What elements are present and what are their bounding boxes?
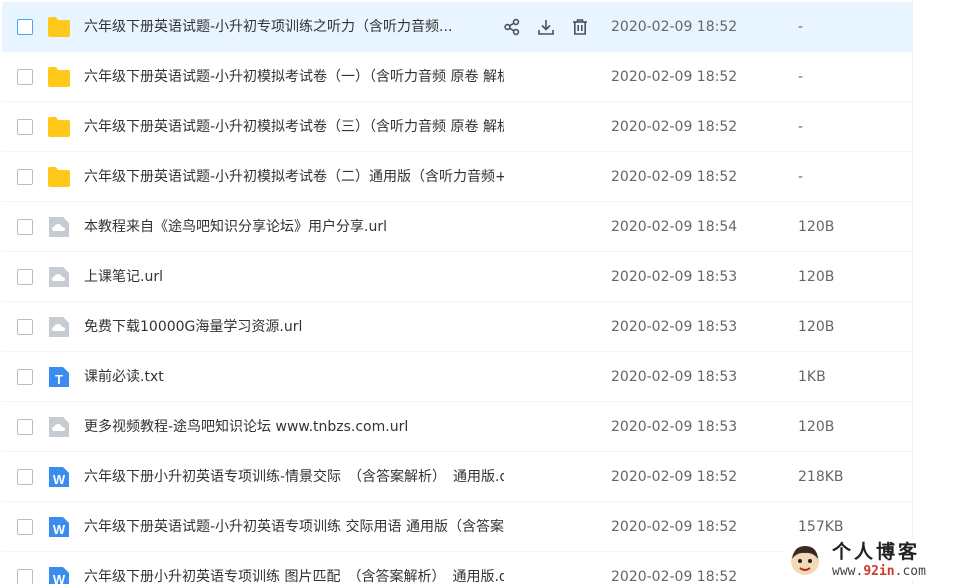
file-name[interactable]: 上课笔记.url — [84, 267, 504, 287]
delete-icon[interactable] — [568, 15, 592, 39]
row-checkbox[interactable] — [17, 69, 33, 85]
file-size: - — [798, 19, 804, 35]
file-size: 157KB — [798, 519, 844, 535]
row-checkbox[interactable] — [17, 519, 33, 535]
share-icon[interactable] — [500, 15, 524, 39]
url-icon — [47, 215, 71, 239]
file-size: 120B — [798, 269, 835, 285]
file-date: 2020-02-09 18:53 — [611, 369, 738, 385]
url-icon — [47, 265, 71, 289]
file-row[interactable]: 免费下载10000G海量学习资源.url 2020-02-09 18:53 12… — [2, 302, 912, 352]
file-name[interactable]: 六年级下册英语试题-小升初模拟考试卷（三）（含听力音频 原卷 解析卷... — [84, 117, 504, 137]
file-date: 2020-02-09 18:53 — [611, 419, 738, 435]
file-list: 六年级下册英语试题-小升初专项训练之听力（含听力音频... 2020-02-09… — [2, 2, 912, 584]
file-size: - — [798, 169, 804, 185]
file-size: 120B — [798, 219, 835, 235]
file-row[interactable]: W 六年级下册小升初英语专项训练-情景交际 （含答案解析） 通用版.docx 2… — [2, 452, 912, 502]
file-date: 2020-02-09 18:52 — [611, 519, 738, 535]
file-row[interactable]: 更多视频教程-途鸟吧知识论坛 www.tnbzs.com.url 2020-02… — [2, 402, 912, 452]
file-name[interactable]: 更多视频教程-途鸟吧知识论坛 www.tnbzs.com.url — [84, 417, 504, 437]
file-name[interactable]: 六年级下册英语试题-小升初模拟考试卷（二）通用版（含听力音频+原卷... — [84, 167, 504, 187]
watermark: 个人博客 www.92in.com — [786, 540, 972, 580]
file-type-letter: T — [55, 372, 63, 387]
file-row[interactable]: 上课笔记.url 2020-02-09 18:53 120B — [2, 252, 912, 302]
file-name[interactable]: 免费下载10000G海量学习资源.url — [84, 317, 504, 337]
file-name[interactable]: 六年级下册英语试题-小升初模拟考试卷（一）（含听力音频 原卷 解析卷... — [84, 67, 504, 87]
file-row[interactable]: W 六年级下册英语试题-小升初英语专项训练 交际用语 通用版（含答案解析... … — [2, 502, 912, 552]
url-icon — [47, 315, 71, 339]
row-checkbox[interactable] — [17, 469, 33, 485]
file-name[interactable]: 六年级下册英语试题-小升初英语专项训练 交际用语 通用版（含答案解析... — [84, 517, 504, 537]
row-checkbox[interactable] — [17, 19, 33, 35]
folder-icon — [47, 165, 71, 189]
file-type-letter: W — [52, 572, 66, 584]
file-size: 1KB — [798, 369, 826, 385]
folder-icon — [47, 115, 71, 139]
avatar-icon — [791, 546, 819, 575]
file-row[interactable]: 六年级下册英语试题-小升初模拟考试卷（三）（含听力音频 原卷 解析卷... 20… — [2, 102, 912, 152]
file-row[interactable]: 六年级下册英语试题-小升初模拟考试卷（二）通用版（含听力音频+原卷... 202… — [2, 152, 912, 202]
right-divider — [912, 0, 913, 584]
row-checkbox[interactable] — [17, 269, 33, 285]
row-checkbox[interactable] — [17, 569, 33, 584]
file-name[interactable]: 六年级下册小升初英语专项训练 图片匹配 （含答案解析） 通用版.docx — [84, 567, 504, 584]
watermark-title: 个人博客 — [832, 540, 921, 563]
file-date: 2020-02-09 18:52 — [611, 69, 738, 85]
file-date: 2020-02-09 18:52 — [611, 169, 738, 185]
docx-icon: W — [47, 565, 71, 584]
file-date: 2020-02-09 18:53 — [611, 269, 738, 285]
file-row[interactable]: 六年级下册英语试题-小升初专项训练之听力（含听力音频... 2020-02-09… — [2, 2, 912, 52]
file-row[interactable]: 六年级下册英语试题-小升初模拟考试卷（一）（含听力音频 原卷 解析卷... 20… — [2, 52, 912, 102]
file-date: 2020-02-09 18:52 — [611, 19, 738, 35]
file-size: 120B — [798, 419, 835, 435]
row-checkbox[interactable] — [17, 419, 33, 435]
folder-icon — [47, 65, 71, 89]
file-size: - — [798, 69, 804, 85]
file-name[interactable]: 课前必读.txt — [84, 367, 504, 387]
row-checkbox[interactable] — [17, 119, 33, 135]
file-row[interactable]: T 课前必读.txt 2020-02-09 18:53 1KB — [2, 352, 912, 402]
file-row[interactable]: W 六年级下册小升初英语专项训练 图片匹配 （含答案解析） 通用版.docx 2… — [2, 552, 912, 584]
row-checkbox[interactable] — [17, 219, 33, 235]
file-date: 2020-02-09 18:52 — [611, 469, 738, 485]
row-checkbox[interactable] — [17, 169, 33, 185]
watermark-url: www.92in.com — [832, 563, 926, 579]
file-name[interactable]: 六年级下册小升初英语专项训练-情景交际 （含答案解析） 通用版.docx — [84, 467, 504, 487]
url-icon — [47, 415, 71, 439]
docx-icon: W — [47, 465, 71, 489]
file-name[interactable]: 本教程来自《途鸟吧知识分享论坛》用户分享.url — [84, 217, 504, 237]
file-size: 120B — [798, 319, 835, 335]
txt-icon: T — [47, 365, 71, 389]
file-name[interactable]: 六年级下册英语试题-小升初专项训练之听力（含听力音频... — [84, 17, 504, 37]
docx-icon: W — [47, 515, 71, 539]
file-date: 2020-02-09 18:52 — [611, 569, 738, 584]
folder-icon — [47, 15, 71, 39]
file-date: 2020-02-09 18:54 — [611, 219, 738, 235]
row-checkbox[interactable] — [17, 369, 33, 385]
file-date: 2020-02-09 18:53 — [611, 319, 738, 335]
download-icon[interactable] — [534, 15, 558, 39]
file-date: 2020-02-09 18:52 — [611, 119, 738, 135]
file-type-letter: W — [52, 472, 66, 487]
file-size: 218KB — [798, 469, 844, 485]
row-checkbox[interactable] — [17, 319, 33, 335]
file-type-letter: W — [52, 522, 66, 537]
file-size: - — [798, 119, 804, 135]
file-row[interactable]: 本教程来自《途鸟吧知识分享论坛》用户分享.url 2020-02-09 18:5… — [2, 202, 912, 252]
row-actions — [500, 15, 592, 39]
